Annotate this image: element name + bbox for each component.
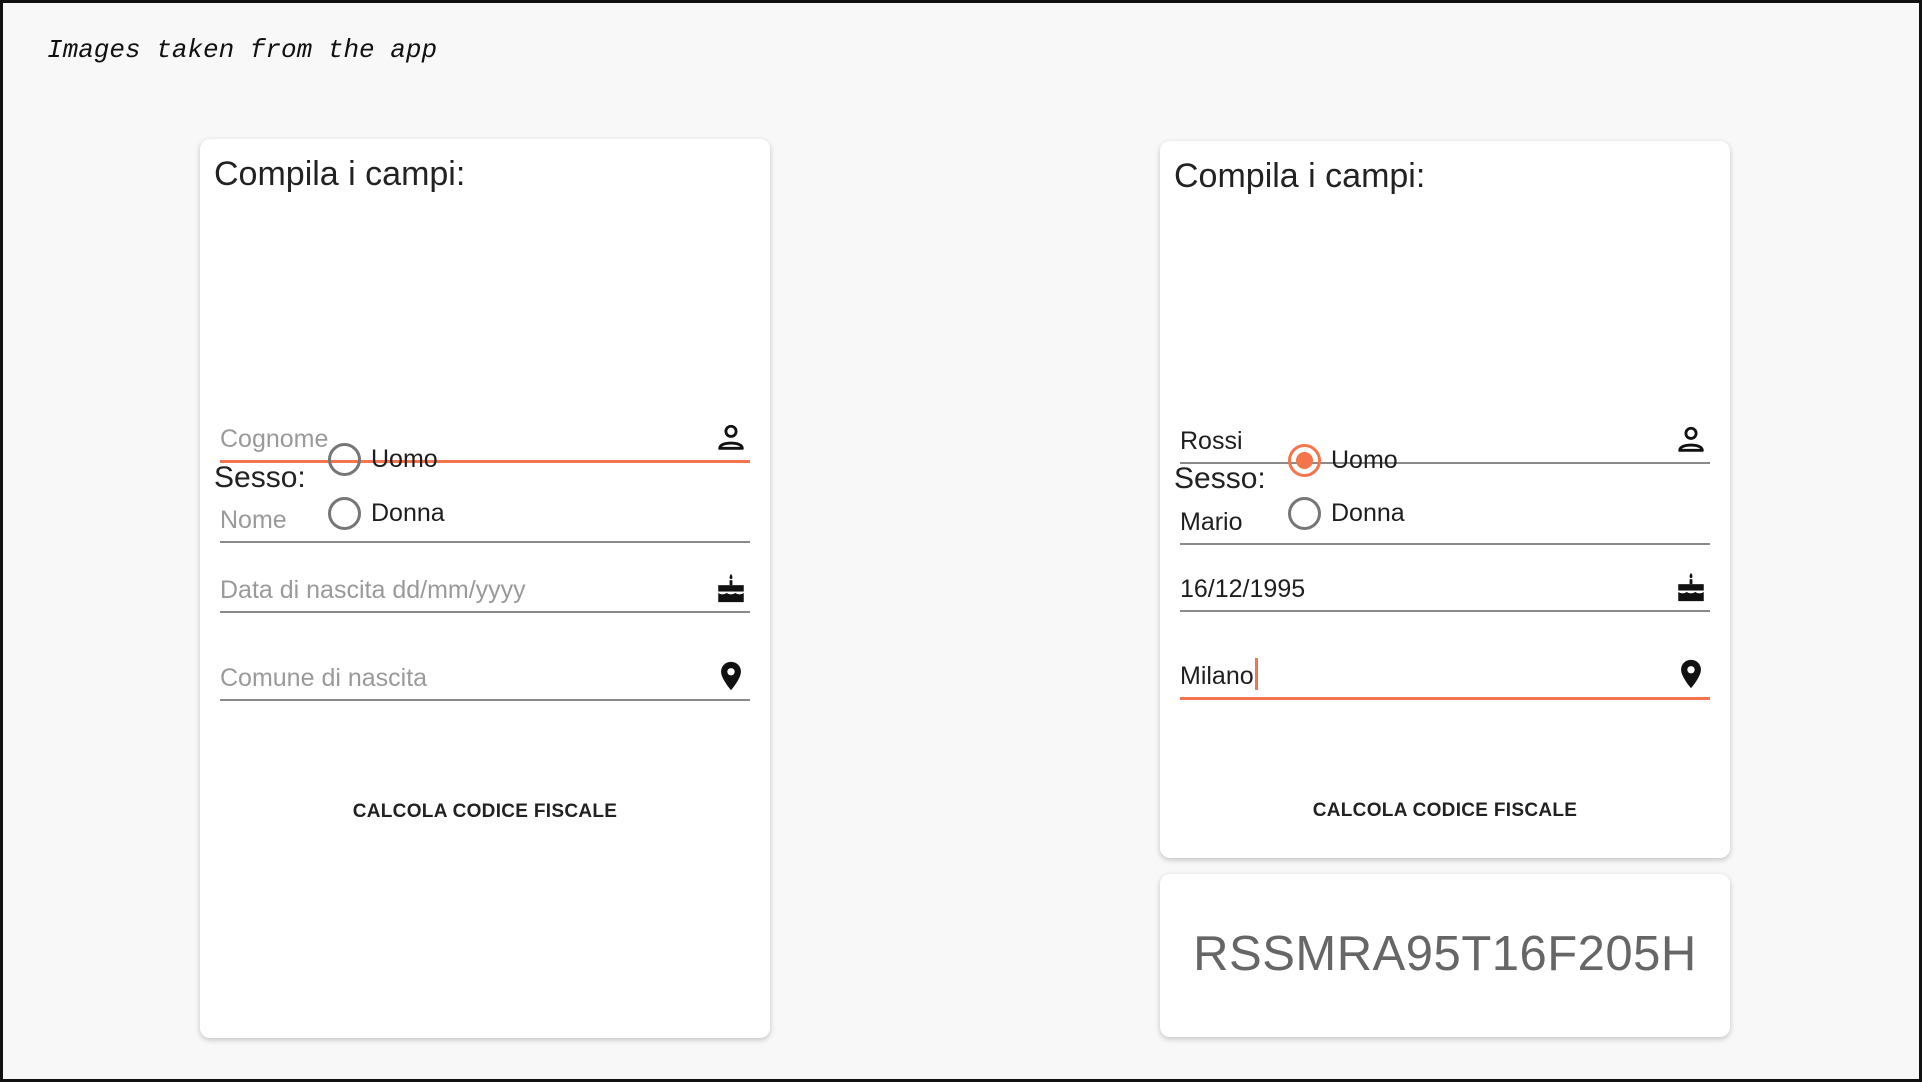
text-caret [1254, 658, 1258, 690]
birth-date-placeholder: Data di nascita dd/mm/yyyy [220, 576, 526, 604]
radio-male-label: Uomo [1331, 445, 1398, 474]
form-card-empty: Compila i campi: Cognome Nome Sesso: Uom… [200, 139, 770, 1038]
birth-date-field[interactable]: Data di nascita dd/mm/yyyy [220, 563, 750, 613]
radio-male-label: Uomo [371, 444, 438, 473]
name-placeholder: Nome [220, 506, 287, 534]
name-field[interactable]: Mario [1180, 495, 1710, 545]
surname-placeholder: Cognome [220, 425, 329, 453]
birth-place-placeholder: Comune di nascita [220, 664, 428, 692]
surname-value: Rossi [1180, 427, 1243, 455]
location-pin-icon [1681, 659, 1701, 689]
birth-place-value: Milano [1180, 662, 1254, 690]
form-title: Compila i campi: [1174, 157, 1426, 195]
radio-male[interactable]: Uomo [328, 439, 438, 479]
caption: Images taken from the app [47, 35, 438, 65]
screenshot-frame: Images taken from the app Compila i camp… [0, 0, 1922, 1082]
radio-male-circle[interactable] [328, 442, 361, 476]
cake-icon [1678, 572, 1704, 602]
radio-female[interactable]: Donna [328, 493, 445, 533]
radio-female-label: Donna [1331, 498, 1405, 527]
surname-field[interactable]: Cognome [220, 413, 750, 463]
location-pin-icon [721, 661, 741, 691]
birth-place-field[interactable]: Comune di nascita [220, 651, 750, 701]
result-card: RSSMRA95T16F205H [1160, 874, 1730, 1037]
name-field[interactable]: Nome [220, 493, 750, 543]
birth-date-value: 16/12/1995 [1180, 575, 1306, 603]
sex-label: Sesso: [214, 461, 306, 494]
radio-male[interactable]: Uomo [1288, 440, 1398, 480]
birth-place-field[interactable]: Milano [1180, 650, 1710, 700]
calculate-button[interactable]: CALCOLA CODICE FISCALE [200, 793, 770, 831]
person-icon [718, 424, 744, 450]
radio-female[interactable]: Donna [1288, 493, 1405, 533]
birth-place-input: Milano [1180, 658, 1258, 691]
radio-male-circle-checked[interactable] [1288, 443, 1321, 477]
sex-label: Sesso: [1174, 462, 1266, 495]
radio-female-label: Donna [371, 498, 445, 527]
codice-fiscale-result: RSSMRA95T16F205H [1193, 927, 1697, 981]
radio-female-circle[interactable] [328, 496, 361, 530]
cake-icon [718, 573, 744, 603]
surname-field[interactable]: Rossi [1180, 414, 1710, 464]
radio-female-circle[interactable] [1288, 496, 1321, 530]
form-title: Compila i campi: [214, 155, 466, 193]
calculate-button[interactable]: CALCOLA CODICE FISCALE [1160, 792, 1730, 830]
birth-date-field[interactable]: 16/12/1995 [1180, 562, 1710, 612]
person-icon [1678, 426, 1704, 452]
form-card-filled: Compila i campi: Rossi Mario Sesso: Uomo… [1160, 141, 1730, 858]
name-value: Mario [1180, 508, 1243, 536]
